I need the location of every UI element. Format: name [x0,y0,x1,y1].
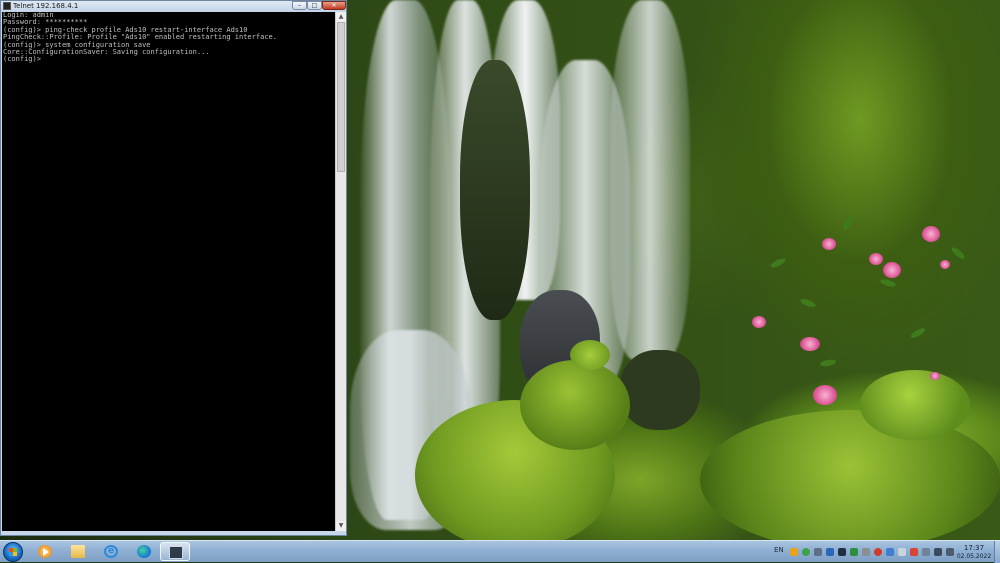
window-title: Telnet 192.168.4.1 [13,2,79,10]
clock-date[interactable]: 02.05.2022 [955,553,993,560]
network-icon[interactable] [814,548,822,556]
usb-icon[interactable] [898,548,906,556]
scrollbar-thumb[interactable] [337,22,345,172]
taskbar-telnet[interactable] [160,542,190,561]
telnet-window[interactable]: Telnet 192.168.4.1 – □ ✕ Login: admin Pa… [0,0,347,536]
taskbar-internet-explorer[interactable]: e [96,542,126,561]
security-icon[interactable] [850,548,858,556]
network-status-icon[interactable] [934,548,942,556]
minimize-button[interactable]: – [292,1,307,10]
close-button[interactable]: ✕ [322,1,346,10]
console-icon [3,2,11,10]
clock-time[interactable]: 17:37 [960,544,988,552]
app-tray-icon[interactable] [826,548,834,556]
folder-icon [71,545,85,558]
vertical-scrollbar[interactable]: ▲ ▼ [335,12,346,531]
media-player-icon [38,545,52,558]
taskbar-explorer[interactable] [63,542,93,561]
bluetooth-icon[interactable] [862,548,870,556]
antivirus-icon[interactable] [910,548,918,556]
power-icon[interactable] [922,548,930,556]
warning-icon[interactable] [790,548,798,556]
edge-icon [137,545,151,558]
sync-icon[interactable] [802,548,810,556]
taskbar-media-player[interactable] [30,542,60,561]
update-icon[interactable] [874,548,882,556]
volume-icon[interactable] [946,548,954,556]
display-icon[interactable] [838,548,846,556]
console-output[interactable]: Login: admin Password: ********** (confi… [2,12,335,531]
window-titlebar[interactable]: Telnet 192.168.4.1 – □ ✕ [1,1,346,12]
maximize-button[interactable]: □ [307,1,322,10]
scroll-down-icon[interactable]: ▼ [336,521,346,531]
start-button[interactable] [3,542,23,562]
console-line: Core::ConfigurationSaver: Saving configu… [3,48,210,57]
taskbar-edge[interactable] [129,542,159,561]
windows-logo-icon [9,548,17,556]
show-desktop-button[interactable] [994,541,1000,563]
cloud-icon[interactable] [886,548,894,556]
internet-explorer-icon: e [104,545,118,558]
console-prompt[interactable]: (config)> [2,56,335,64]
scroll-up-icon[interactable]: ▲ [336,12,346,22]
telnet-icon [169,546,183,559]
language-indicator[interactable]: EN [774,546,784,554]
taskbar: e EN 17:37 02.05.2022 [0,540,1000,563]
